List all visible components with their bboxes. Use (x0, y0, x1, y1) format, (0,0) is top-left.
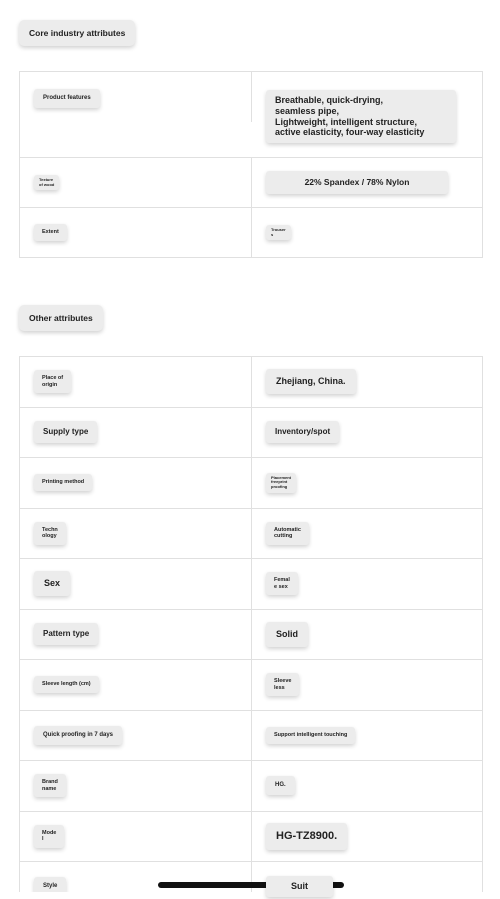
technology-value: Automatic cutting (266, 521, 309, 545)
table-row: Product features Breathable, quick-dryin… (20, 72, 482, 158)
model-label: Mode l (34, 824, 65, 848)
pattern-type-label: Pattern type (34, 623, 99, 646)
supply-type-value: Inventory/spot (266, 421, 340, 444)
table-row: Texture of wood 22% Spandex / 78% Nylon (20, 158, 482, 208)
printing-method-label: Printing method (34, 474, 93, 492)
value-cell: Placement freeprint proofing (252, 458, 482, 508)
sleeve-length-value: Sleeve less (266, 673, 300, 697)
other-attributes-table: Place of origin Zhejiang, China. Supply … (19, 356, 483, 892)
extent-value: Trouser s (266, 224, 291, 241)
texture-value: 22% Spandex / 78% Nylon (266, 171, 448, 194)
label-cell: Place of origin (20, 357, 252, 407)
extent-label: Extent (34, 224, 67, 241)
style-value: Suit (266, 876, 333, 897)
value-cell: HG-TZ8900. (252, 812, 482, 862)
value-cell: Inventory/spot (252, 408, 482, 458)
value-cell: Breathable, quick-drying, seamless pipe,… (252, 72, 482, 157)
label-cell: Texture of wood (20, 158, 252, 207)
label-cell: Supply type (20, 407, 252, 457)
place-of-origin-label: Place of origin (34, 370, 72, 394)
value-cell: Trouser s (252, 208, 482, 257)
value-cell: 22% Spandex / 78% Nylon (252, 158, 482, 207)
label-cell: Brand name (20, 761, 252, 811)
label-cell: Pattern type (20, 609, 252, 659)
value-cell: Femal e sex (252, 559, 482, 609)
quick-proofing-value: Support intelligent touching (266, 726, 356, 744)
sex-label: Sex (34, 571, 71, 597)
value-cell: HG. (252, 761, 482, 811)
table-row: Sleeve length (cm) Sleeve less (20, 660, 482, 711)
model-value: HG-TZ8900. (266, 822, 348, 850)
sleeve-length-label: Sleeve length (cm) (34, 676, 99, 694)
value-cell: Automatic cutting (252, 509, 482, 559)
label-cell: Printing method (20, 458, 252, 508)
label-cell: Sex (20, 559, 252, 609)
quick-proofing-label: Quick proofing in 7 days (34, 725, 123, 745)
core-attributes-table: Product features Breathable, quick-dryin… (19, 71, 483, 258)
style-label: Style (34, 877, 67, 892)
table-row: Brand name HG. (20, 761, 482, 812)
label-cell: Product features (20, 72, 252, 123)
technology-label: Techn ology (34, 521, 66, 545)
label-cell: Mode l (20, 811, 252, 861)
table-row: Mode l HG-TZ8900. (20, 811, 482, 862)
table-row: Techn ology Automatic cutting (20, 508, 482, 559)
product-features-value: Breathable, quick-drying, seamless pipe,… (266, 90, 456, 144)
value-cell: Solid (252, 610, 482, 660)
texture-label: Texture of wood (34, 174, 60, 191)
place-of-origin-value: Zhejiang, China. (266, 369, 356, 395)
label-cell: Sleeve length (cm) (20, 660, 252, 710)
table-row: Pattern type Solid (20, 609, 482, 660)
table-row: Extent Trouser s (20, 208, 482, 258)
label-cell: Techn ology (20, 508, 252, 558)
label-cell: Quick proofing in 7 days (20, 710, 252, 760)
pattern-type-value: Solid (266, 621, 308, 647)
brand-name-label: Brand name (34, 774, 66, 798)
value-cell: Support intelligent touching (252, 711, 482, 761)
other-attributes-title: Other attributes (19, 305, 103, 332)
sex-value: Femal e sex (266, 572, 298, 596)
brand-name-value: HG. (266, 776, 295, 796)
product-features-label: Product features (34, 89, 100, 109)
table-row: Place of origin Zhejiang, China. (20, 357, 482, 408)
printing-method-value: Placement freeprint proofing (266, 472, 297, 493)
value-cell: Zhejiang, China. (252, 357, 482, 407)
table-row: Supply type Inventory/spot (20, 407, 482, 458)
table-row: Quick proofing in 7 days Support intelli… (20, 710, 482, 761)
core-attributes-title: Core industry attributes (19, 20, 136, 47)
supply-type-label: Supply type (34, 421, 98, 444)
value-cell: Sleeve less (252, 660, 482, 710)
label-cell: Extent (20, 208, 252, 257)
table-row: Sex Femal e sex (20, 559, 482, 610)
table-row: Printing method Placement freeprint proo… (20, 458, 482, 509)
